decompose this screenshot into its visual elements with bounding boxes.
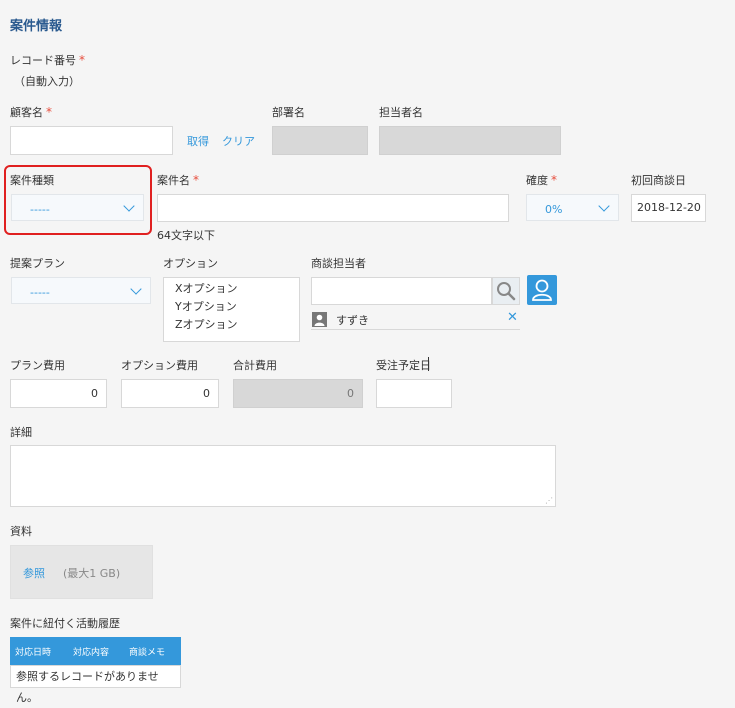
chevron-down-icon <box>130 283 142 295</box>
department-label: 部署名 <box>272 106 305 119</box>
person-in-charge-field <box>379 126 561 155</box>
column-header-content: 対応内容 <box>73 648 110 658</box>
total-cost-label: 合計費用 <box>233 359 277 372</box>
options-label: オプション <box>163 257 218 270</box>
resize-handle-icon[interactable]: ⋰ <box>545 497 553 505</box>
file-size-limit: (最大1 GB) <box>63 567 121 580</box>
case-name-label: 案件名 * <box>157 173 199 187</box>
user-select-button[interactable] <box>527 275 557 305</box>
certainty-label: 確度 * <box>526 173 557 187</box>
option-cost-input[interactable]: 0 <box>121 379 219 408</box>
order-date-label: 受注予定日 <box>376 359 431 372</box>
first-meeting-input[interactable]: 2018-12-20 <box>631 194 706 222</box>
clear-button[interactable]: クリア <box>222 133 255 149</box>
search-button[interactable] <box>492 277 520 305</box>
department-field <box>272 126 368 155</box>
certainty-select[interactable]: 0% <box>526 194 619 221</box>
section-title: 案件情報 <box>10 19 63 34</box>
plan-cost-input[interactable]: 0 <box>10 379 107 408</box>
proposal-plan-value: ----- <box>30 286 50 299</box>
proposal-plan-label: 提案プラン <box>10 257 65 270</box>
proposal-plan-select[interactable]: ----- <box>11 277 151 304</box>
text-cursor <box>428 357 429 371</box>
order-date-input[interactable] <box>376 379 452 408</box>
option-item-z[interactable]: Zオプション <box>175 316 299 334</box>
activity-table-header: 対応日時 対応内容 商談メモ <box>10 637 181 665</box>
activity-label: 案件に紐付く活動履歴 <box>10 617 120 630</box>
chevron-down-icon <box>598 200 610 212</box>
column-header-date: 対応日時 <box>15 648 52 658</box>
file-upload-area: 参照 (最大1 GB) <box>10 545 153 599</box>
details-textarea[interactable]: ⋰ <box>10 445 556 507</box>
remove-user-icon[interactable]: ✕ <box>507 310 518 325</box>
sales-rep-label: 商談担当者 <box>311 257 366 270</box>
activity-empty-message: 参照するレコードがありません。 <box>10 665 181 704</box>
person-icon <box>314 314 325 326</box>
case-type-label: 案件種類 <box>10 174 54 187</box>
certainty-value: 0% <box>545 203 563 216</box>
materials-label: 資料 <box>10 525 32 538</box>
case-type-value: ----- <box>30 203 50 216</box>
fetch-button[interactable]: 取得 <box>187 133 209 149</box>
option-cost-label: オプション費用 <box>121 359 198 372</box>
user-icon <box>532 279 552 301</box>
search-icon <box>497 282 516 301</box>
case-name-hint: 64文字以下 <box>157 229 215 242</box>
required-mark: * <box>551 173 557 187</box>
customer-label: 顧客名 * <box>10 105 52 119</box>
selected-user-chip: すずき ✕ <box>311 310 520 330</box>
customer-input[interactable] <box>10 126 173 155</box>
sales-rep-input[interactable] <box>311 277 492 305</box>
record-number-label: レコード番号 * <box>10 53 85 67</box>
selected-user-name: すずき <box>336 314 369 327</box>
chevron-down-icon <box>123 200 135 212</box>
required-mark: * <box>46 105 52 119</box>
first-meeting-label: 初回商談日 <box>631 174 686 187</box>
option-item-y[interactable]: Yオプション <box>175 298 299 316</box>
required-mark: * <box>193 173 199 187</box>
person-in-charge-label: 担当者名 <box>379 106 423 119</box>
avatar <box>312 312 327 327</box>
record-number-value: （自動入力） <box>14 75 80 88</box>
required-mark: * <box>79 53 85 67</box>
plan-cost-label: プラン費用 <box>10 359 65 372</box>
browse-button[interactable]: 参照 <box>23 565 45 581</box>
case-name-input[interactable] <box>157 194 509 222</box>
case-type-select[interactable]: ----- <box>11 194 144 221</box>
total-cost-field: 0 <box>233 379 363 408</box>
details-label: 詳細 <box>10 426 32 439</box>
option-item-x[interactable]: Xオプション <box>175 280 299 298</box>
column-header-memo: 商談メモ <box>129 648 166 658</box>
options-list[interactable]: Xオプション Yオプション Zオプション <box>163 277 300 342</box>
